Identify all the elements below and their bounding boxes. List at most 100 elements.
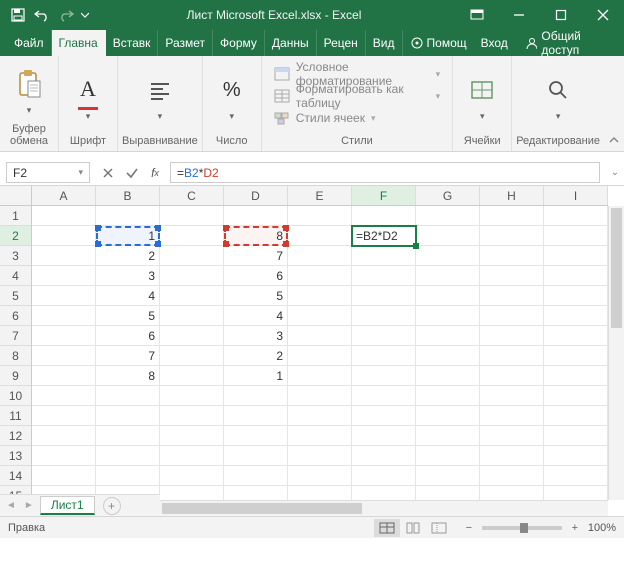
cell[interactable] — [160, 226, 224, 246]
cell[interactable] — [352, 266, 416, 286]
cell[interactable] — [160, 206, 224, 226]
cell[interactable] — [224, 426, 288, 446]
cell-styles-button[interactable]: Стили ячеек ▾ — [274, 108, 440, 128]
name-box[interactable]: F2 ▾ — [6, 162, 90, 183]
cell[interactable] — [224, 466, 288, 486]
conditional-formatting-button[interactable]: Условное форматирование ▾ — [274, 64, 440, 84]
cell[interactable] — [352, 406, 416, 426]
cell[interactable] — [224, 486, 288, 500]
cell[interactable] — [352, 366, 416, 386]
cell[interactable] — [480, 446, 544, 466]
zoom-in-button[interactable]: + — [568, 522, 582, 534]
row-header-9[interactable]: 9 — [0, 366, 31, 386]
cell[interactable] — [288, 266, 352, 286]
cell[interactable] — [160, 486, 224, 500]
cell[interactable] — [480, 426, 544, 446]
zoom-slider[interactable] — [482, 526, 562, 530]
alignment-button[interactable]: ▾ — [137, 68, 183, 124]
row-header-2[interactable]: 2 — [0, 226, 31, 246]
formula-input[interactable]: =B2*D2 — [170, 162, 600, 183]
cell[interactable] — [96, 426, 160, 446]
row-header-1[interactable]: 1 — [0, 206, 31, 226]
cell[interactable] — [480, 266, 544, 286]
editing-button[interactable]: ▾ — [535, 68, 581, 124]
cell[interactable]: 1 — [224, 366, 288, 386]
cell[interactable] — [416, 366, 480, 386]
tab-file[interactable]: Файл — [0, 30, 52, 56]
cell[interactable] — [288, 226, 352, 246]
tab-insert[interactable]: Вставк — [106, 30, 159, 56]
cell[interactable] — [32, 266, 96, 286]
cell[interactable] — [288, 306, 352, 326]
cell[interactable]: 5 — [224, 286, 288, 306]
col-header-A[interactable]: A — [32, 186, 96, 205]
cell[interactable] — [160, 286, 224, 306]
cell[interactable] — [160, 446, 224, 466]
format-as-table-button[interactable]: Форматировать как таблицу ▾ — [274, 86, 440, 106]
row-header-6[interactable]: 6 — [0, 306, 31, 326]
cell[interactable] — [352, 466, 416, 486]
row-header-11[interactable]: 11 — [0, 406, 31, 426]
minimize-button[interactable] — [498, 0, 540, 30]
row-header-8[interactable]: 8 — [0, 346, 31, 366]
cell[interactable] — [544, 286, 608, 306]
cell[interactable] — [544, 406, 608, 426]
cell[interactable] — [96, 406, 160, 426]
cell[interactable] — [32, 306, 96, 326]
cell[interactable] — [480, 226, 544, 246]
tab-help[interactable]: Помощ — [403, 30, 474, 56]
undo-button[interactable] — [30, 3, 54, 27]
cell[interactable] — [416, 426, 480, 446]
cell[interactable] — [32, 386, 96, 406]
cell[interactable] — [32, 346, 96, 366]
cell[interactable] — [224, 446, 288, 466]
cell[interactable] — [224, 206, 288, 226]
cell[interactable] — [480, 366, 544, 386]
cell[interactable] — [544, 246, 608, 266]
row-header-4[interactable]: 4 — [0, 266, 31, 286]
cell[interactable] — [416, 306, 480, 326]
cell[interactable] — [480, 326, 544, 346]
cell[interactable] — [480, 306, 544, 326]
zoom-out-button[interactable]: − — [462, 522, 476, 534]
cell[interactable]: 3 — [224, 326, 288, 346]
cell[interactable] — [416, 406, 480, 426]
cell[interactable] — [32, 366, 96, 386]
view-normal-button[interactable] — [374, 519, 400, 537]
cell[interactable] — [160, 246, 224, 266]
row-header-5[interactable]: 5 — [0, 286, 31, 306]
cell[interactable] — [544, 346, 608, 366]
cell[interactable] — [352, 386, 416, 406]
cell[interactable] — [480, 286, 544, 306]
cell[interactable] — [160, 366, 224, 386]
cell[interactable] — [32, 446, 96, 466]
view-page-break-button[interactable] — [426, 519, 452, 537]
number-button[interactable]: % ▾ — [209, 68, 255, 124]
cell[interactable] — [288, 346, 352, 366]
cell[interactable]: 7 — [96, 346, 160, 366]
cell[interactable] — [96, 466, 160, 486]
cell[interactable] — [288, 386, 352, 406]
tab-home[interactable]: Главна — [52, 30, 106, 56]
row-header-3[interactable]: 3 — [0, 246, 31, 266]
cell[interactable] — [352, 326, 416, 346]
cell[interactable] — [32, 406, 96, 426]
cell[interactable] — [160, 386, 224, 406]
cell[interactable] — [96, 206, 160, 226]
cell[interactable]: 4 — [224, 306, 288, 326]
cell[interactable]: 7 — [224, 246, 288, 266]
cell[interactable]: 5 — [96, 306, 160, 326]
col-header-H[interactable]: H — [480, 186, 544, 205]
tab-view[interactable]: Вид — [366, 30, 403, 56]
cells-button[interactable]: ▾ — [459, 68, 505, 124]
cell[interactable] — [544, 366, 608, 386]
font-button[interactable]: А ▾ — [65, 68, 111, 124]
cell[interactable] — [544, 306, 608, 326]
redo-button[interactable] — [54, 3, 78, 27]
cell[interactable] — [160, 426, 224, 446]
cell[interactable]: 8 — [96, 366, 160, 386]
vertical-scrollbar[interactable] — [608, 206, 624, 500]
cell[interactable] — [96, 386, 160, 406]
cell[interactable] — [32, 246, 96, 266]
cell[interactable] — [288, 366, 352, 386]
